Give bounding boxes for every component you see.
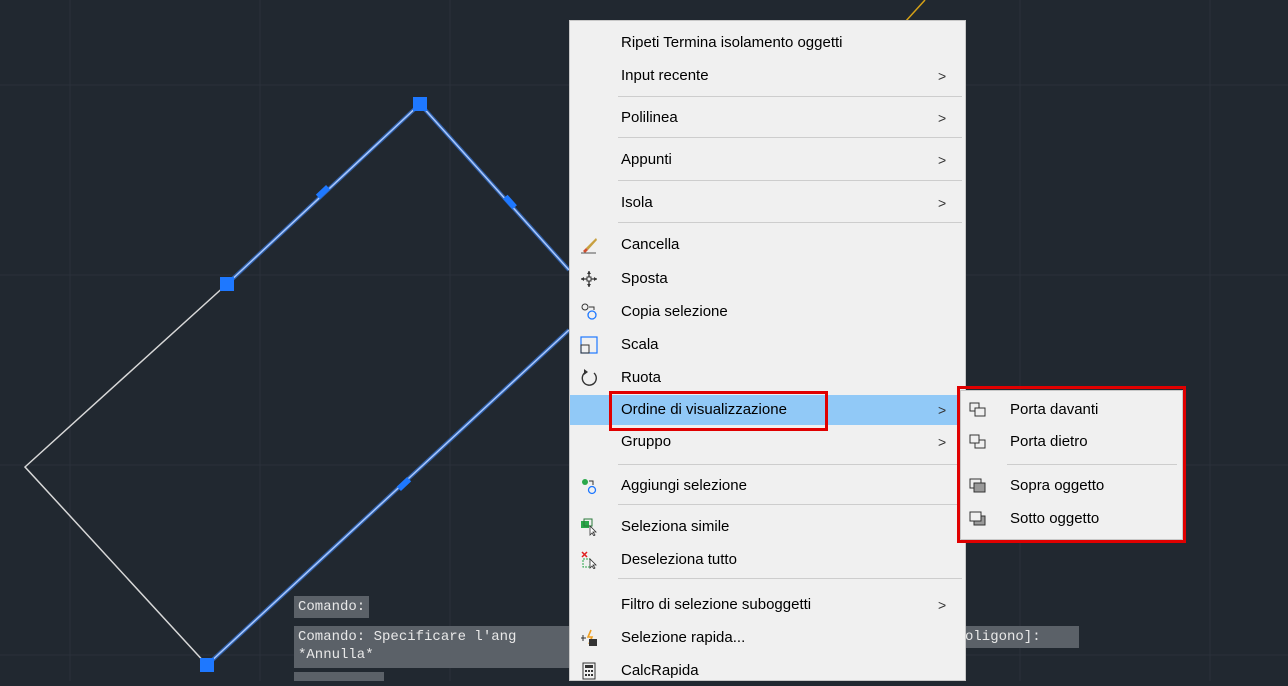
- submenu-item-porta-davanti[interactable]: Porta davanti: [961, 395, 1182, 425]
- scale-icon: [580, 336, 598, 354]
- menu-separator: [618, 504, 962, 505]
- menu-item-selezione-rapida[interactable]: Selezione rapida...: [570, 623, 965, 653]
- bring-above-icon: [969, 478, 987, 494]
- chevron-right-icon: >: [938, 110, 947, 126]
- menu-item-label: Input recente: [621, 67, 709, 84]
- command-line-prompt-right: oligono]:: [961, 626, 1079, 648]
- calculator-icon: [580, 662, 598, 680]
- quick-select-icon: [580, 629, 598, 647]
- submenu-item-label: Sopra oggetto: [1010, 477, 1105, 494]
- menu-item-ripeti-termina-isolamento-oggetti[interactable]: Ripeti Termina isolamento oggetti: [570, 28, 965, 58]
- polyline-selected-glow: [225, 101, 571, 286]
- menu-separator: [618, 464, 962, 465]
- menu-item-input-recente[interactable]: Input recente >: [570, 61, 965, 91]
- polyline-selected-2[interactable]: [206, 329, 570, 666]
- menu-item-label: Cancella: [621, 236, 680, 253]
- menu-item-ruota[interactable]: Ruota: [570, 363, 965, 393]
- menu-item-label: Sposta: [621, 270, 668, 287]
- eraser-icon: [580, 236, 598, 254]
- chevron-right-icon: >: [938, 195, 947, 211]
- menu-item-deseleziona-tutto[interactable]: Deseleziona tutto: [570, 545, 965, 575]
- menu-item-scala[interactable]: Scala: [570, 330, 965, 360]
- menu-item-filtro-di-selezione-suboggetti[interactable]: Filtro di selezione suboggetti >: [570, 590, 965, 620]
- menu-item-label: Selezione rapida...: [621, 629, 746, 646]
- menu-item-label: Appunti: [621, 151, 672, 168]
- menu-item-aggiungi-selezione[interactable]: Aggiungi selezione: [570, 471, 965, 501]
- bring-to-front-icon: [969, 402, 987, 418]
- submenu-item-label: Porta davanti: [1010, 401, 1099, 418]
- chevron-right-icon: >: [938, 434, 947, 450]
- rotate-icon: [580, 369, 598, 387]
- add-selected-icon: [580, 477, 598, 495]
- menu-item-label: Scala: [621, 336, 659, 353]
- menu-item-label: Ordine di visualizzazione: [621, 401, 787, 418]
- polyline-selected[interactable]: [226, 102, 570, 285]
- deselect-all-icon: [580, 551, 598, 570]
- menu-item-label: Ripeti Termina isolamento oggetti: [621, 34, 843, 51]
- submenu-item-label: Sotto oggetto: [1010, 510, 1100, 527]
- submenu-item-label: Porta dietro: [1010, 433, 1088, 450]
- menu-item-sposta[interactable]: Sposta: [570, 264, 965, 294]
- menu-item-label: Deseleziona tutto: [621, 551, 737, 568]
- menu-separator: [618, 578, 962, 579]
- yellow-line[interactable]: [904, 0, 926, 23]
- menu-item-copia-selezione[interactable]: Copia selezione: [570, 297, 965, 327]
- menu-item-isola[interactable]: Isola >: [570, 188, 965, 218]
- submenu-item-sopra-oggetto[interactable]: Sopra oggetto: [961, 471, 1182, 501]
- midpoint-grip[interactable]: [396, 477, 412, 491]
- menu-item-label: Aggiungi selezione: [621, 477, 747, 494]
- vertex-grip[interactable]: [200, 658, 214, 672]
- select-similar-icon: [580, 518, 598, 537]
- draw-order-submenu: Porta davanti Porta dietro Sopra oggetto So…: [960, 390, 1183, 540]
- menu-item-label: Copia selezione: [621, 303, 728, 320]
- command-line-next: [294, 672, 384, 681]
- menu-item-label: CalcRapida: [621, 662, 699, 679]
- chevron-right-icon: >: [938, 597, 947, 613]
- vertex-grip[interactable]: [413, 97, 427, 111]
- chevron-right-icon: >: [938, 68, 947, 84]
- submenu-separator: [1007, 464, 1177, 465]
- menu-separator: [618, 137, 962, 138]
- menu-item-label: Filtro di selezione suboggetti: [621, 596, 812, 613]
- menu-item-label: Seleziona simile: [621, 518, 730, 535]
- menu-item-ordine-di-visualizzazione[interactable]: Ordine di visualizzazione >: [570, 395, 965, 425]
- send-to-back-icon: [969, 434, 987, 450]
- menu-item-seleziona-simile[interactable]: Seleziona simile: [570, 512, 965, 542]
- polygon-edge-unselected[interactable]: [23, 283, 228, 666]
- command-text-cancel: *Annulla*: [298, 647, 374, 663]
- menu-item-polilinea[interactable]: Polilinea >: [570, 103, 965, 133]
- vertex-grip[interactable]: [220, 277, 234, 291]
- menu-item-label: Polilinea: [621, 109, 678, 126]
- menu-separator: [618, 180, 962, 181]
- chevron-right-icon: >: [938, 152, 947, 168]
- copy-icon: [580, 303, 598, 321]
- menu-separator: [618, 96, 962, 97]
- menu-item-cancella[interactable]: Cancella: [570, 230, 965, 260]
- command-history-line: Comando:: [294, 596, 370, 618]
- menu-item-appunti[interactable]: Appunti >: [570, 145, 965, 175]
- context-menu: Ripeti Termina isolamento oggetti Input r…: [569, 20, 966, 681]
- submenu-item-sotto-oggetto[interactable]: Sotto oggetto: [961, 504, 1182, 534]
- move-icon: [580, 270, 598, 288]
- submenu-item-porta-dietro[interactable]: Porta dietro: [961, 427, 1182, 457]
- menu-item-label: Ruota: [621, 369, 662, 386]
- command-line-prompt[interactable]: Comando: Specificare l'ang *Annulla*: [294, 626, 577, 668]
- command-text: Comando: Specificare l'ang: [298, 629, 517, 645]
- menu-separator: [618, 222, 962, 223]
- menu-item-label: Isola: [621, 194, 653, 211]
- menu-item-gruppo[interactable]: Gruppo >: [570, 427, 965, 457]
- chevron-right-icon: >: [938, 402, 947, 418]
- send-under-icon: [969, 511, 987, 527]
- menu-item-calcrapida[interactable]: CalcRapida: [570, 656, 965, 686]
- menu-item-label: Gruppo: [621, 433, 672, 450]
